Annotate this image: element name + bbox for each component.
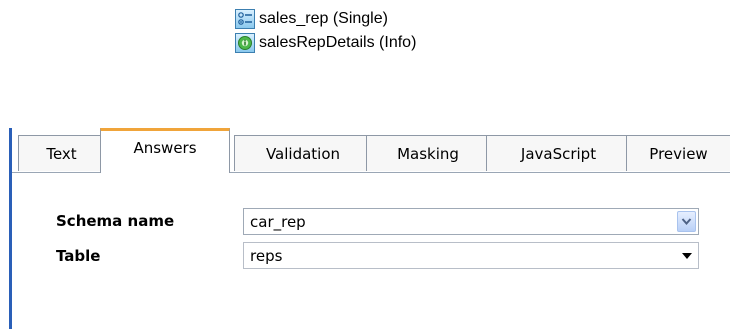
tab-validation[interactable]: Validation <box>234 135 372 171</box>
tab-javascript[interactable]: JavaScript <box>486 135 631 171</box>
table-label: Table <box>56 247 101 265</box>
screen: sales_rep (Single) salesRepDetails (Info… <box>0 0 730 329</box>
tab-label: Preview <box>649 144 708 163</box>
schema-name-dropdown[interactable]: car_rep <box>243 208 699 235</box>
tab-preview[interactable]: Preview <box>626 135 730 171</box>
tab-masking[interactable]: Masking <box>366 135 490 171</box>
tab-answers[interactable]: Answers <box>100 128 230 173</box>
tab-strip: Text Answers Validation Masking JavaScri… <box>12 128 730 173</box>
tree-item-label: salesRepDetails (Info) <box>259 34 417 51</box>
tab-label: Text <box>46 144 77 163</box>
info-item-icon <box>235 33 255 53</box>
schema-name-value: car_rep <box>250 212 306 231</box>
tree-item-label: sales_rep (Single) <box>259 10 388 27</box>
answers-tab-content: Schema name car_rep Table reps <box>12 173 730 329</box>
question-properties-panel: Text Answers Validation Masking JavaScri… <box>9 128 730 329</box>
table-dropdown[interactable]: reps <box>243 242 699 269</box>
chevron-down-icon[interactable] <box>677 211 696 232</box>
schema-name-label: Schema name <box>56 212 175 230</box>
tab-label: JavaScript <box>520 144 597 163</box>
single-choice-question-icon <box>235 9 255 29</box>
tree-item-sales-rep-details[interactable]: salesRepDetails (Info) <box>235 32 416 54</box>
table-value: reps <box>250 246 283 265</box>
tab-label: Validation <box>265 144 341 163</box>
tree-item-sales-rep[interactable]: sales_rep (Single) <box>235 8 388 30</box>
tab-label: Masking <box>397 144 459 163</box>
caret-down-icon[interactable] <box>676 243 698 268</box>
tab-label: Answers <box>133 139 197 157</box>
tab-text[interactable]: Text <box>18 135 105 171</box>
